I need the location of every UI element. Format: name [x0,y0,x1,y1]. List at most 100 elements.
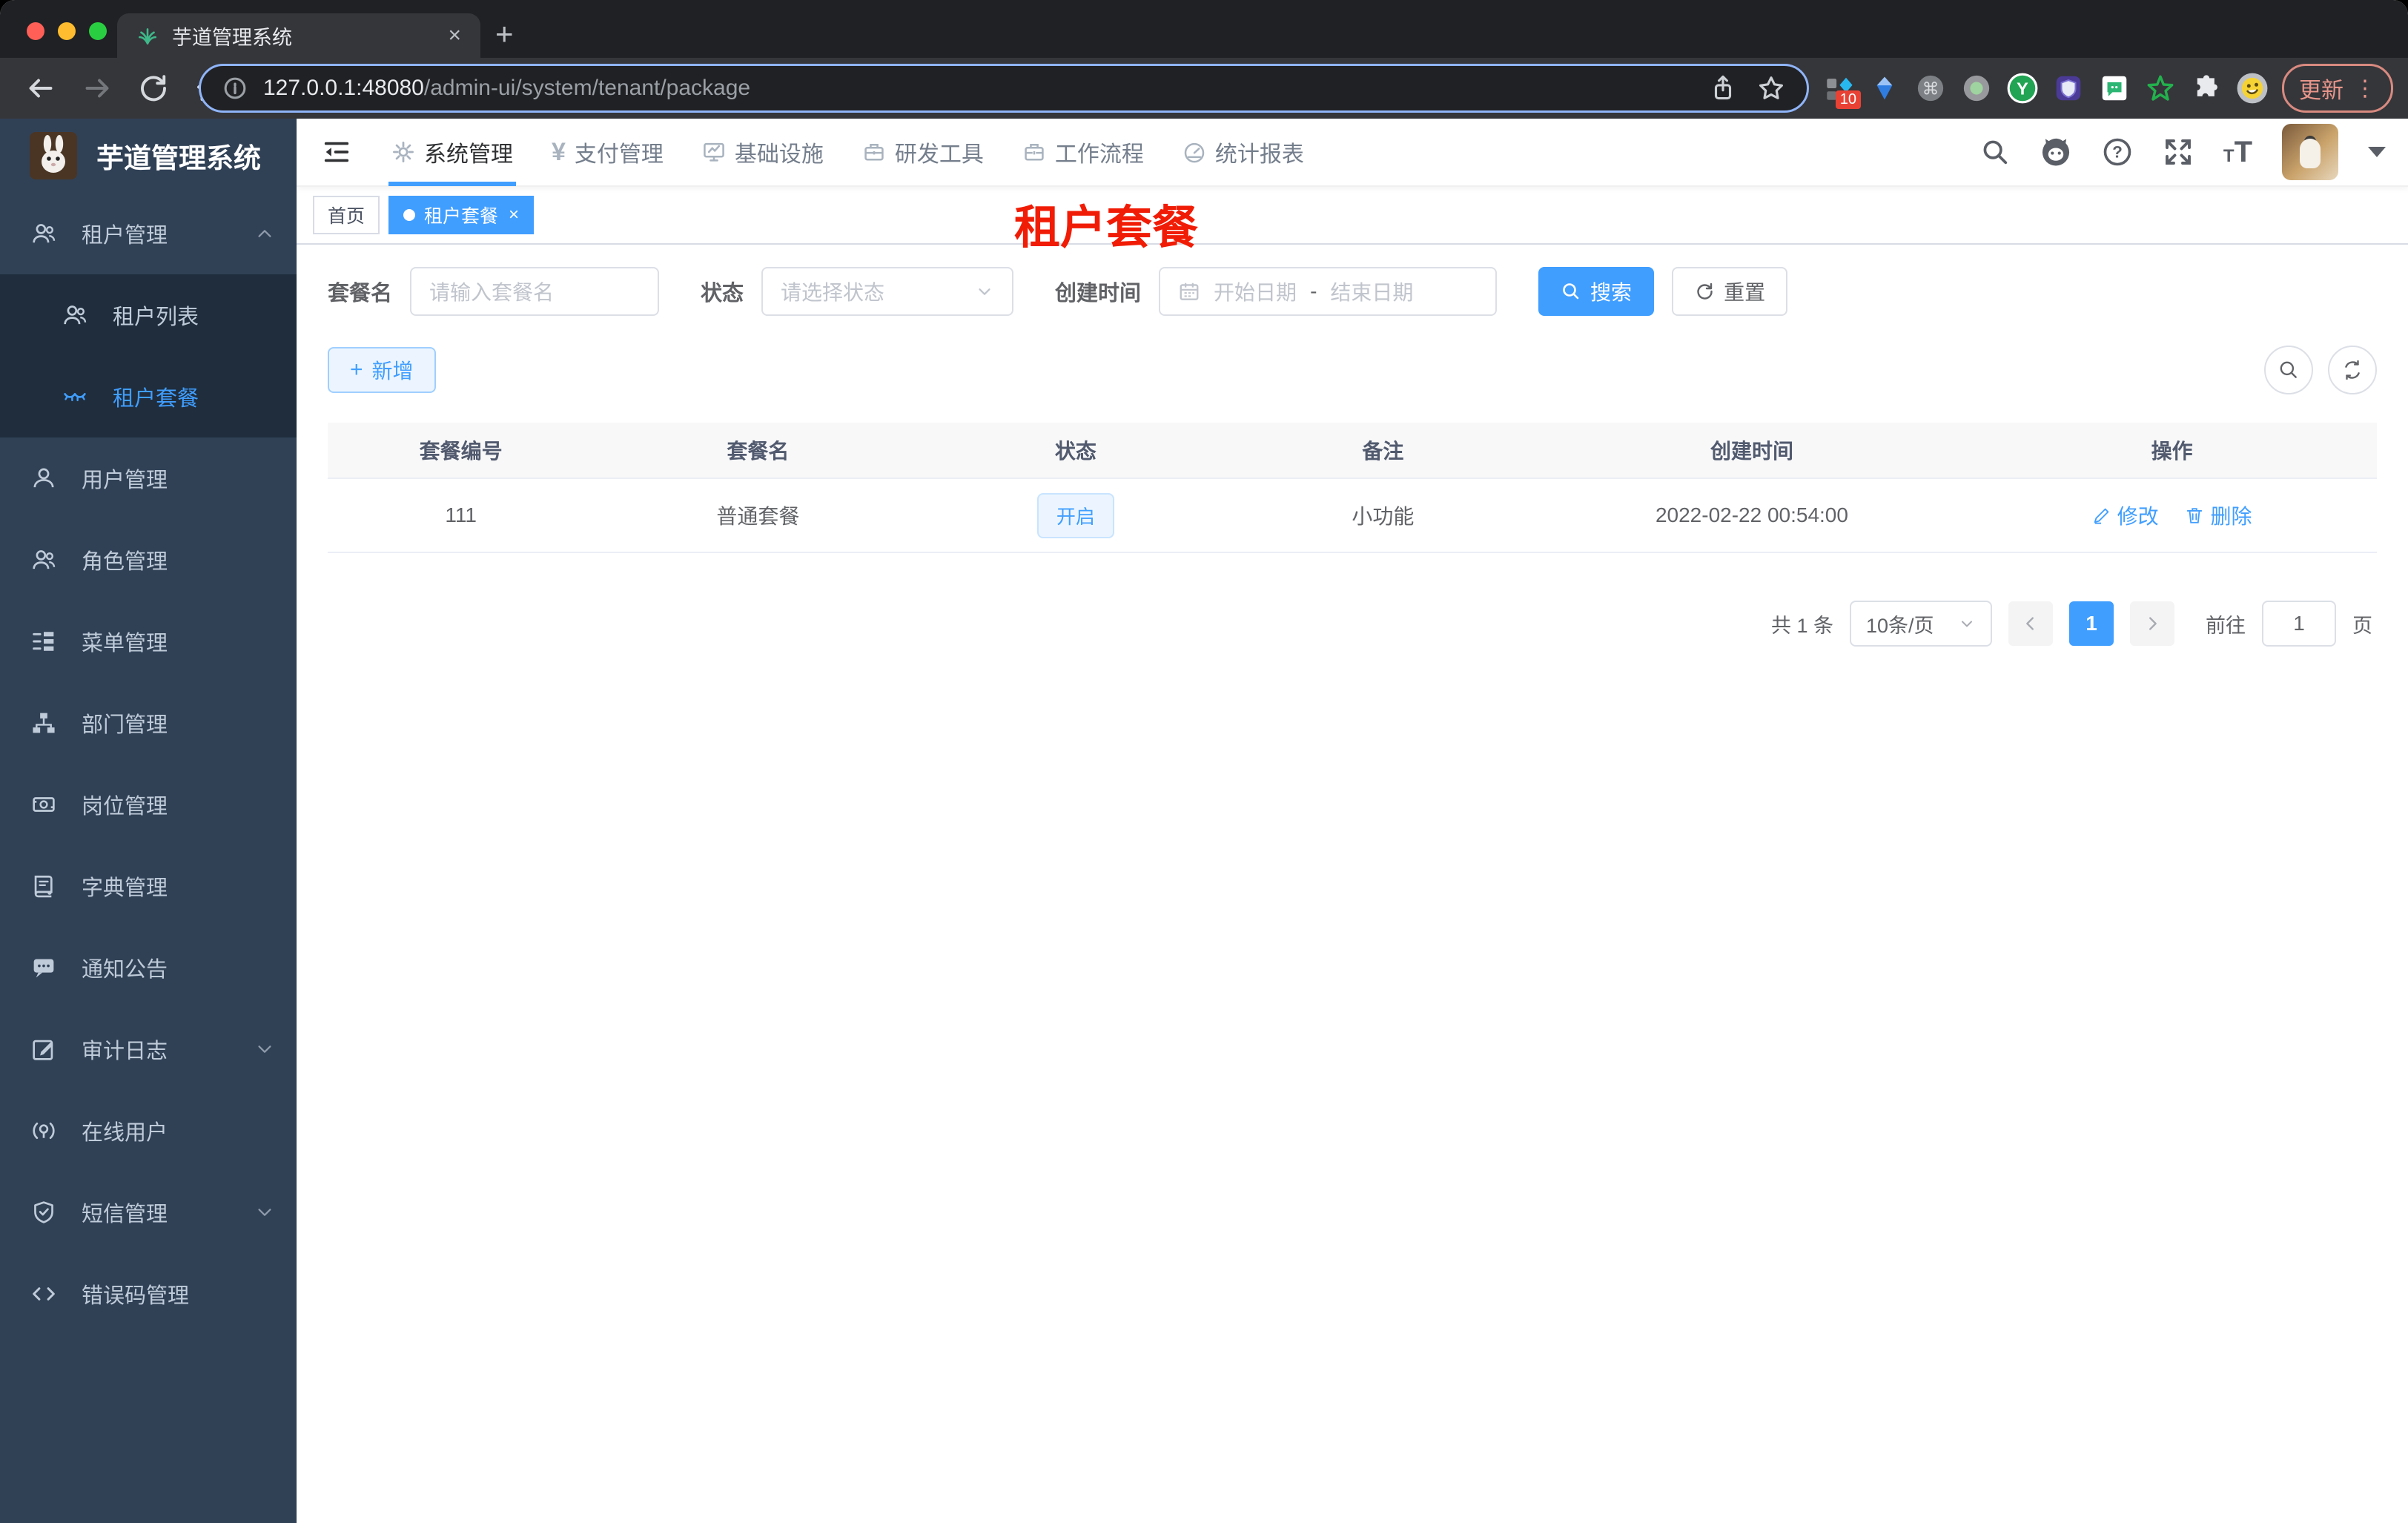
chevron-down-icon [255,1040,274,1059]
topnav-devtools[interactable]: 研发工具 [843,118,1003,186]
pagination: 共 1 条 10条/页 1 前往 页 [328,601,2377,647]
topnav-payment[interactable]: ¥ 支付管理 [532,118,683,186]
header-search-icon[interactable] [1980,137,2010,167]
filter-form: 套餐名 请输入套餐名 状态 请选择状态 创建时间 开始日期 - 结束日期 搜索 … [328,267,2377,316]
app-title: 芋道管理系统 [96,143,261,174]
sidebar-item-tenant-management[interactable]: 租户管理 [0,193,297,274]
fullscreen-icon[interactable] [2163,136,2194,168]
goto-page-input[interactable] [2262,601,2336,647]
new-tab-button[interactable]: + [495,16,514,52]
org-tree-icon [33,713,55,733]
window-zoom-button[interactable] [89,22,107,40]
tab-close-icon[interactable]: × [448,23,461,48]
extension-tabs-icon[interactable]: 10 [1822,72,1861,109]
browser-window: 芋道管理系统 × + 127.0.0.1:48080 /admin-ui/sys… [0,0,2408,1523]
user-avatar[interactable] [2282,124,2338,180]
tab-title: 芋道管理系统 [172,26,292,49]
goto-label: 前往 [2206,614,2246,637]
plus-icon: + [350,357,363,382]
prev-page-button[interactable] [2008,601,2053,646]
site-favicon-icon [136,24,159,47]
profile-avatar-icon[interactable] [2236,72,2269,105]
extensions-puzzle-icon[interactable] [2190,72,2223,105]
date-range-picker[interactable]: 开始日期 - 结束日期 [1159,267,1498,316]
extension-record-icon[interactable] [1960,72,1993,105]
edit-link[interactable]: 修改 [2092,500,2159,530]
sidebar-collapse-icon[interactable] [322,137,351,167]
avatar-caret-icon[interactable] [2368,147,2386,157]
online-user-icon [33,1122,55,1140]
topnav-system[interactable]: 系统管理 [372,118,532,186]
toolbox-icon [862,140,886,164]
peoples-icon [64,305,87,325]
status-select[interactable]: 请选择状态 [761,267,1014,316]
page-size-select[interactable]: 10条/页 [1850,601,1992,647]
sidebar-item-role-management[interactable]: 角色管理 [0,519,297,601]
cell-remark: 小功能 [1352,505,1415,528]
toggle-search-icon[interactable] [2264,346,2313,394]
sidebar-item-dept-management[interactable]: 部门管理 [0,682,297,764]
cell-actions: 修改 删除 [1967,500,2377,530]
topnav-infra[interactable]: 基础设施 [683,118,843,186]
reload-icon[interactable] [138,73,169,104]
current-page-button[interactable]: 1 [2069,601,2114,646]
sidebar-item-menu-management[interactable]: 菜单管理 [0,601,297,682]
topnav-workflow[interactable]: 工作流程 [1003,118,1163,186]
tenant-package-icon [64,393,86,402]
forward-icon[interactable] [82,73,113,104]
add-button[interactable]: + 新增 [328,347,436,393]
search-button[interactable]: 搜索 [1538,267,1655,316]
yen-icon: ¥ [552,137,566,166]
window-minimize-button[interactable] [58,22,76,40]
font-size-icon[interactable]: TT [2223,136,2252,169]
next-page-button[interactable] [2130,601,2174,646]
sidebar-item-sms-management[interactable]: 短信管理 [0,1172,297,1253]
refresh-table-icon[interactable] [2328,346,2377,394]
sidebar-item-online-users[interactable]: 在线用户 [0,1090,297,1172]
cell-package-id: 111 [445,503,477,526]
extension-shield-icon[interactable] [2052,72,2085,105]
package-name-input[interactable]: 请输入套餐名 [410,267,660,316]
user-icon [33,468,54,488]
browser-tabstrip: 芋道管理系统 × + [0,0,2408,58]
delete-link[interactable]: 删除 [2185,500,2252,530]
table-row: 111 普通套餐 开启 小功能 2022-02-22 00:54:00 修改 删… [328,478,2377,552]
url-path: /admin-ui/system/tenant/package [423,76,751,100]
url-bar[interactable]: 127.0.0.1:48080 /admin-ui/system/tenant/… [199,64,1809,113]
github-icon[interactable] [2040,136,2072,168]
chevron-down-icon [255,1203,274,1222]
extension-y-icon[interactable]: Y [2006,72,2039,105]
back-icon[interactable] [25,73,56,104]
sidebar-item-dict-management[interactable]: 字典管理 [0,845,297,927]
sidebar-item-error-code[interactable]: 错误码管理 [0,1253,297,1335]
sidebar-item-notice[interactable]: 通知公告 [0,927,297,1008]
browser-tab[interactable]: 芋道管理系统 × [117,13,480,58]
post-badge-icon [33,797,55,812]
extension-command-icon[interactable]: ⌘ [1914,72,1947,105]
dashboard-icon [1182,140,1206,164]
chrome-update-button[interactable]: 更新 ⋮ [2282,64,2393,113]
extension-star-icon[interactable] [2144,72,2177,105]
window-close-button[interactable] [27,22,44,40]
active-tag-dot [403,209,416,221]
sidebar-item-post-management[interactable]: 岗位管理 [0,764,297,845]
extension-chat-icon[interactable] [2098,72,2131,105]
site-info-icon[interactable] [222,75,248,102]
browser-menu-icon[interactable]: ⋮ [2354,76,2376,102]
sidebar-item-user-management[interactable]: 用户管理 [0,437,297,519]
tag-tenant-package[interactable]: 租户套餐 × [388,196,535,234]
browser-toolbar: 127.0.0.1:48080 /admin-ui/system/tenant/… [0,58,2408,119]
reset-button[interactable]: 重置 [1672,267,1788,316]
sidebar-item-tenant-list[interactable]: 租户列表 [0,274,297,356]
help-icon[interactable]: ? [2102,136,2133,168]
topnav-report[interactable]: 统计报表 [1163,118,1323,186]
cell-created-at: 2022-02-22 00:54:00 [1655,503,1848,526]
share-icon[interactable] [1709,74,1737,102]
edit-pen-icon [2094,508,2108,524]
tag-close-icon[interactable]: × [509,205,519,225]
extension-kite-icon[interactable] [1868,72,1901,105]
sidebar-item-audit-log[interactable]: 审计日志 [0,1008,297,1090]
bookmark-star-icon[interactable] [1756,73,1786,103]
sidebar-item-tenant-package[interactable]: 租户套餐 [0,356,297,437]
tag-home[interactable]: 首页 [313,196,380,234]
